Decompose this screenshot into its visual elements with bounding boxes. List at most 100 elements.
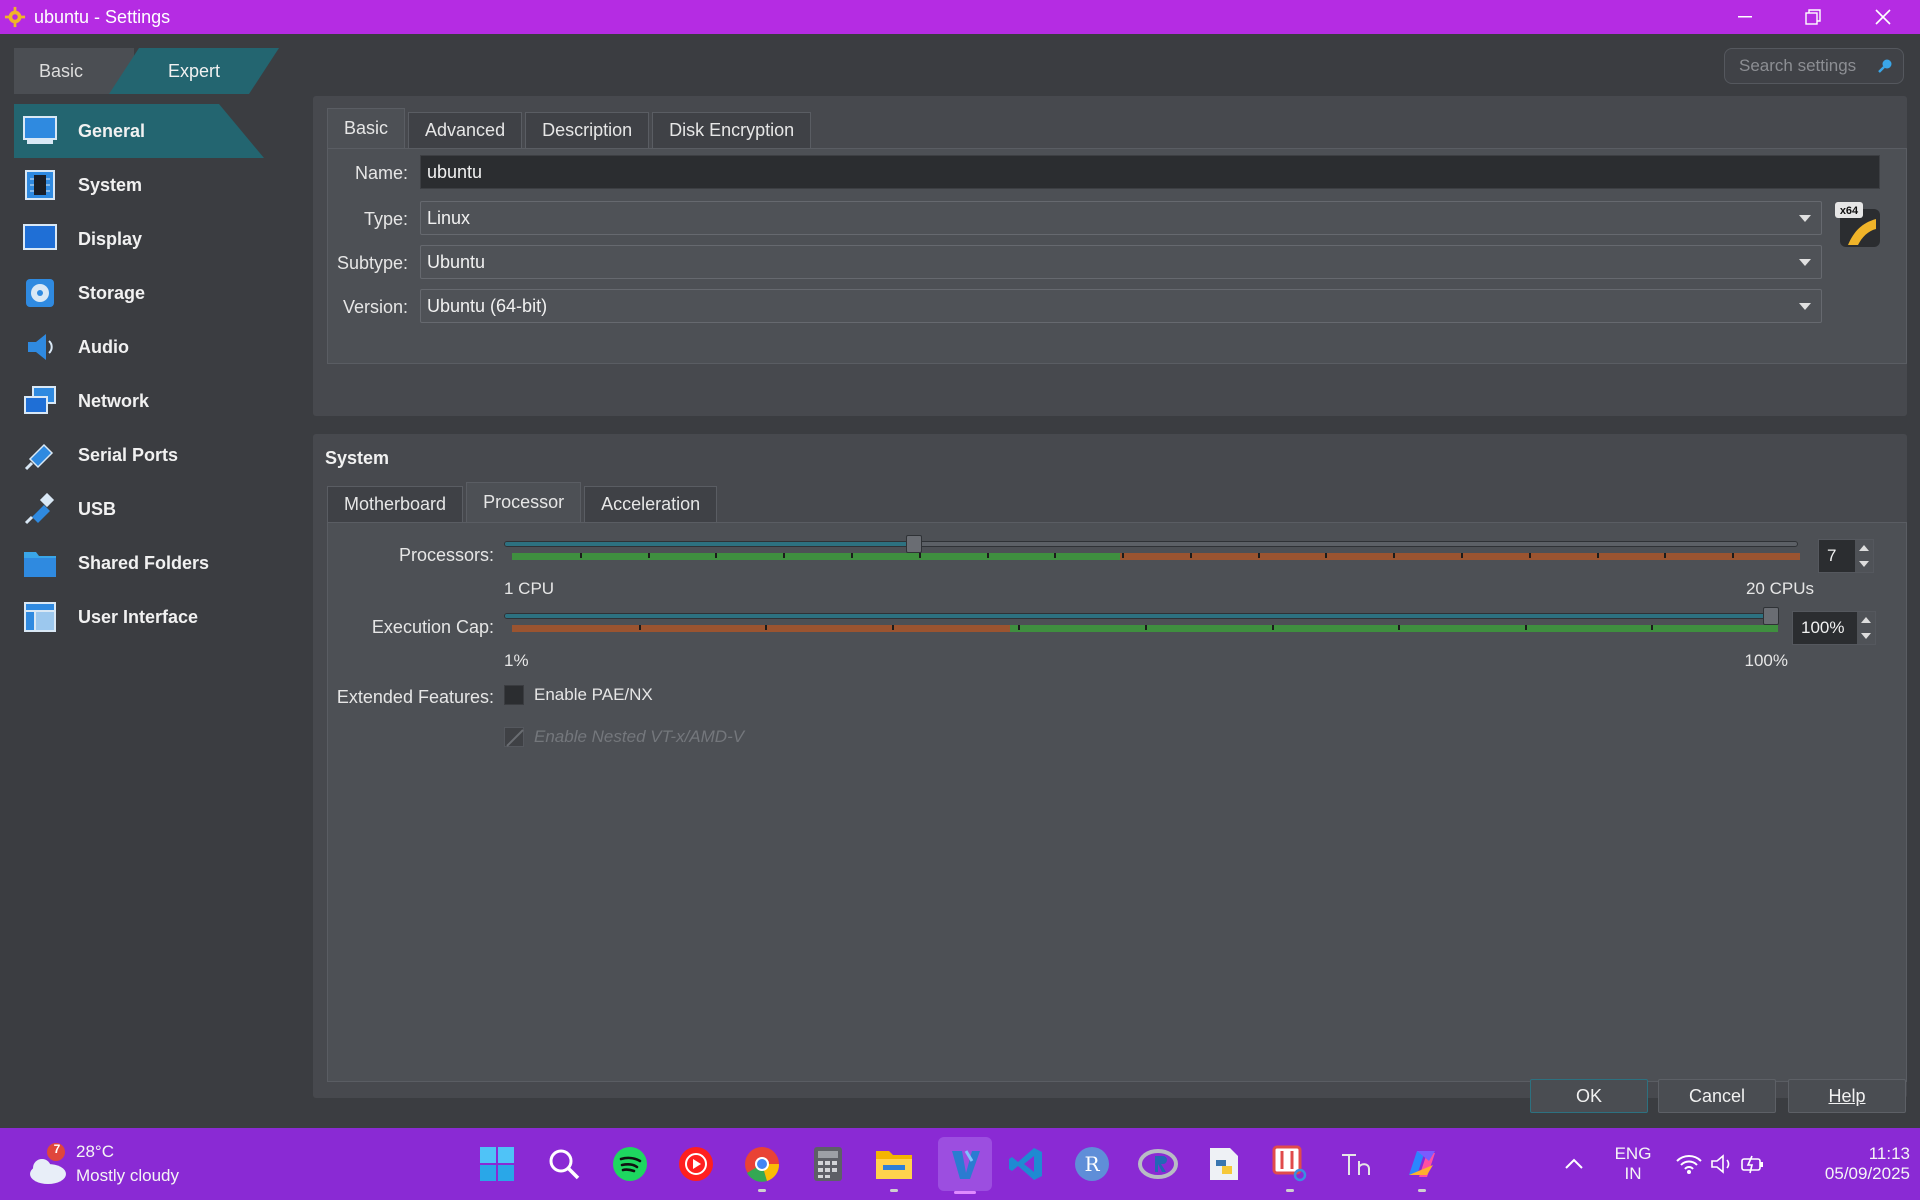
general-tabs: Basic Advanced Description Disk Encrypti… [327,108,814,148]
r-app[interactable]: R [1070,1142,1114,1186]
ok-button[interactable]: OK [1530,1079,1648,1113]
slider-tick [638,625,641,630]
sidebar-item-network[interactable]: Network [14,374,264,428]
slider-tick [647,553,650,558]
search-taskbar-button[interactable] [542,1142,586,1186]
folder-icon [876,1151,912,1179]
sidebar-item-user-interface[interactable]: User Interface [14,590,264,644]
system-tray-quick-settings[interactable] [1666,1142,1776,1186]
tab-processor[interactable]: Processor [466,482,582,522]
version-select[interactable]: Ubuntu (64-bit) [420,289,1822,323]
sidebar-item-label: General [78,120,146,141]
exec-cap-slider-handle[interactable] [1763,607,1779,625]
windows-logo-icon [480,1147,514,1181]
general-basic-pane: Name: ubuntu Type: Linux Subtype: Ubuntu… [327,148,1907,364]
help-button[interactable]: Help [1788,1079,1906,1113]
minimize-button[interactable] [1710,0,1780,34]
virtualbox-icon [952,1150,980,1179]
typography-app[interactable] [1334,1142,1378,1186]
chrome-icon [745,1147,780,1182]
sidebar-item-display[interactable]: Display [14,212,264,266]
file-explorer-app[interactable] [872,1142,916,1192]
processors-value: 7 [1827,546,1837,565]
pae-nx-checkbox-row[interactable]: Enable PAE/NX [504,685,653,705]
sidebar-item-serial-ports[interactable]: Serial Ports [14,428,264,482]
slider-tick [1018,625,1021,630]
mode-switch: Basic Expert [14,48,264,94]
sidebar-item-audio[interactable]: Audio [14,320,264,374]
svg-text:R: R [1084,1152,1100,1176]
sidebar-item-general[interactable]: General [14,104,264,158]
exec-cap-spinbox[interactable]: 100% [1792,611,1876,645]
processors-slider-handle[interactable] [905,535,922,553]
calculator-app[interactable] [806,1142,850,1186]
start-button[interactable] [475,1142,519,1186]
type-value: Linux [427,207,471,228]
snipping-tool-app[interactable] [1268,1142,1312,1192]
name-field[interactable]: ubuntu [420,155,1880,189]
sidebar-item-label: Network [78,390,150,411]
exec-cap-value: 100% [1801,618,1845,637]
network-icon [22,383,58,419]
copilot-icon [1409,1151,1435,1177]
storage-icon [22,275,58,311]
youtube-music-icon [679,1147,713,1181]
cancel-button[interactable]: Cancel [1658,1079,1776,1113]
type-select[interactable]: Linux [420,201,1822,235]
tab-motherboard[interactable]: Motherboard [327,486,464,522]
copilot-app[interactable] [1400,1142,1444,1192]
sidebar: General System Display Storage Audio Net… [14,104,264,644]
spin-down-icon[interactable] [1859,561,1869,567]
spin-up-icon[interactable] [1859,545,1869,551]
tab-acceleration[interactable]: Acceleration [584,486,718,522]
sidebar-item-shared-folders[interactable]: Shared Folders [14,536,264,590]
slider-tick [715,553,718,558]
spinbox-arrows[interactable] [1857,612,1875,644]
slider-tick [1054,553,1057,558]
running-indicator [954,1191,976,1194]
processors-spinbox[interactable]: 7 [1818,539,1874,573]
os-badge-text: x64 [1840,205,1859,217]
exec-cap-ticks [512,625,1778,632]
weather-description: Mostly cloudy [76,1166,179,1185]
window-title: ubuntu - Settings [34,6,171,27]
spin-down-icon[interactable] [1861,633,1871,639]
pae-nx-checkbox[interactable] [504,685,524,705]
python-app[interactable] [1202,1142,1246,1186]
search-placeholder: Search settings [1739,56,1857,75]
sidebar-item-system[interactable]: System [14,158,264,212]
search-input[interactable]: Search settings [1724,48,1904,84]
spotify-app[interactable] [608,1142,652,1186]
tab-description[interactable]: Description [525,112,650,148]
sidebar-item-usb[interactable]: USB [14,482,264,536]
nested-vtx-checkbox-row: Enable Nested VT-x/AMD-V [504,727,744,747]
tab-advanced[interactable]: Advanced [408,112,523,148]
spin-up-icon[interactable] [1861,617,1871,623]
rstudio-app[interactable] [1136,1142,1180,1186]
slider-tick [783,553,786,558]
vscode-app[interactable] [1004,1142,1048,1186]
expert-mode-button[interactable]: Expert [109,48,279,94]
virtualbox-app[interactable] [938,1137,992,1194]
spinbox-arrows[interactable] [1855,540,1873,572]
clock-time: 11:13 [1868,1144,1910,1163]
youtube-music-app[interactable] [674,1142,718,1186]
tab-basic[interactable]: Basic [327,108,406,148]
chevron-down-icon [1799,259,1811,266]
close-button[interactable] [1848,0,1918,34]
show-hidden-icons-button[interactable] [1552,1142,1596,1186]
processors-slider[interactable] [504,535,1798,553]
weather-widget[interactable]: 7 28°C Mostly cloudy [24,1138,234,1190]
subtype-select[interactable]: Ubuntu [420,245,1822,279]
sidebar-item-storage[interactable]: Storage [14,266,264,320]
slider-tick [1596,553,1599,558]
volume-icon [1711,1154,1730,1174]
chrome-app[interactable] [740,1142,784,1192]
exec-cap-slider[interactable] [504,607,1779,625]
tab-disk-encryption[interactable]: Disk Encryption [652,112,812,148]
language-indicator[interactable]: ENG IN [1606,1128,1660,1200]
usb-icon [22,491,58,527]
system-icon [22,167,58,203]
clock[interactable]: 11:13 05/09/2025 [1790,1128,1910,1200]
restore-button[interactable] [1778,0,1848,34]
